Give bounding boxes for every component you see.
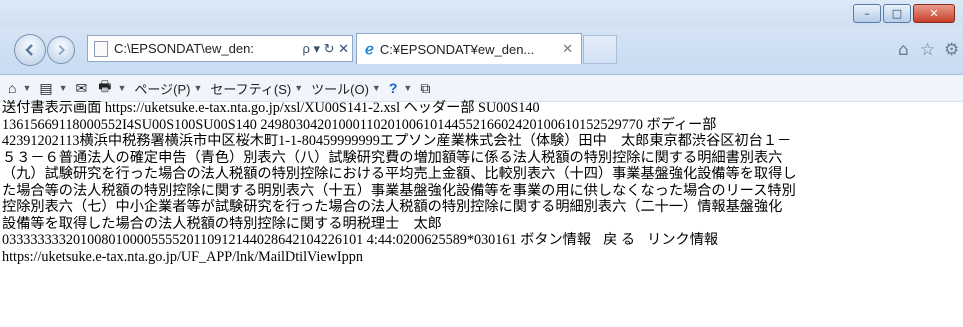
new-tab-button[interactable] bbox=[583, 35, 617, 64]
address-url[interactable]: C:\EPSONDAT\ew_den: bbox=[114, 41, 299, 56]
content-line-7: 控除別表六（七）中小企業者等が試験研究を行った場合の法人税額の特別控除に関する明… bbox=[2, 199, 783, 215]
print-icon: 🖶 bbox=[98, 78, 112, 94]
gear-icon[interactable]: ⚙ bbox=[944, 40, 959, 60]
page-content: 送付書表示画面 https://uketsuke.e-tax.nta.go.jp… bbox=[2, 100, 960, 265]
cmd-home[interactable]: ⌂ ▼ bbox=[8, 80, 31, 96]
tab-close-icon[interactable]: ✕ bbox=[562, 41, 573, 57]
ie-logo-icon: ℯ bbox=[365, 41, 374, 58]
help-icon: ? bbox=[388, 80, 398, 96]
content-line-10[interactable]: https://uketsuke.e-tax.nta.go.jp/UF_APP/… bbox=[2, 249, 960, 266]
window-title-bar: – □ ✕ bbox=[0, 0, 963, 27]
home-icon: ⌂ bbox=[8, 80, 17, 96]
forward-arrow-icon[interactable] bbox=[47, 36, 75, 64]
mail-icon: ✉ bbox=[75, 79, 88, 96]
command-bar: ⌂ ▼ ▤ ▼ ✉ 🖶 ▼ ページ(P) ▼ セーフティ(S) ▼ ツール(O) ▼ ? ▼ … bbox=[0, 75, 963, 102]
content-line-6: た場合等の法人税額の特別控除に関する明別表六（十五）事業基盤強化設備等を事業の用… bbox=[2, 182, 796, 199]
content-line-3: 42391202113横浜中税務署横浜市中区桜木町1-1-80459999999… bbox=[2, 133, 792, 149]
content-line-4: ５３－６普通法人の確定申告（青色）別表六（八）試験研究費の増加額等に係る法人税額… bbox=[2, 149, 783, 166]
cmd-help[interactable]: ? ▼ bbox=[389, 80, 412, 96]
content-line-1: 送付書表示画面 https://uketsuke.e-tax.nta.go.jp… bbox=[2, 100, 540, 116]
cmd-page-menu[interactable]: ページ(P) ▼ bbox=[134, 79, 202, 98]
cmd-tools-menu[interactable]: ツール(O) ▼ bbox=[311, 79, 381, 98]
navigation-bar: C:\EPSONDAT\ew_den: ρ ▾ ↻ ✕ ℯ C:¥EPSONDA… bbox=[0, 27, 963, 75]
cmd-extra[interactable]: ⧉ bbox=[420, 80, 433, 97]
button-info-label: ボタン情報 bbox=[520, 232, 592, 248]
content-line-5: （九）試験研究を行った場合の法人税額の特別控除における平均売上金額、比較別表六（… bbox=[2, 166, 797, 182]
cmd-mail[interactable]: ✉ bbox=[76, 80, 91, 97]
maximize-button[interactable]: □ bbox=[883, 4, 911, 23]
content-line-9: 0333333332010080100005555201109121440286… bbox=[2, 232, 960, 249]
cmd-feeds[interactable]: ▤ ▼ bbox=[39, 80, 67, 97]
back-arrow-icon[interactable] bbox=[14, 34, 46, 66]
content-line-8: 設備等を取得した場合の法人税額の特別控除に関する明税理士 太郎 bbox=[2, 215, 442, 232]
browser-tab[interactable]: ℯ C:¥EPSONDAT¥ew_den... ✕ bbox=[356, 33, 582, 64]
window-controls: – □ ✕ bbox=[853, 4, 955, 23]
address-bar[interactable]: C:\EPSONDAT\ew_den: ρ ▾ ↻ ✕ bbox=[87, 35, 353, 62]
tab-title: C:¥EPSONDAT¥ew_den... bbox=[379, 41, 535, 57]
home-icon[interactable]: ⌂ bbox=[898, 40, 909, 60]
content-line-2: 13615669118000552I4SU00S100SU00S140 2498… bbox=[2, 116, 717, 133]
close-button[interactable]: ✕ bbox=[913, 4, 955, 23]
cmd-safety-menu[interactable]: セーフティ(S) ▼ bbox=[210, 79, 303, 98]
page-icon bbox=[94, 40, 108, 57]
minimize-button[interactable]: – bbox=[853, 4, 881, 23]
tools-menu-label: ツール(O) bbox=[311, 81, 369, 97]
star-icon[interactable]: ☆ bbox=[920, 40, 935, 60]
safety-menu-label: セーフティ(S) bbox=[210, 81, 292, 97]
back-link[interactable]: 戻 る bbox=[603, 232, 635, 248]
page-menu-label: ページ(P) bbox=[134, 81, 191, 97]
link-info-label: リンク情報 bbox=[647, 232, 719, 248]
cmd-print[interactable]: 🖶 ▼ bbox=[98, 76, 126, 100]
address-controls[interactable]: ρ ▾ ↻ ✕ bbox=[302, 41, 349, 57]
code-string: 0333333332010080100005555201109121440286… bbox=[2, 232, 517, 248]
feeds-icon: ▤ bbox=[39, 79, 53, 96]
research-icon: ⧉ bbox=[420, 79, 431, 96]
